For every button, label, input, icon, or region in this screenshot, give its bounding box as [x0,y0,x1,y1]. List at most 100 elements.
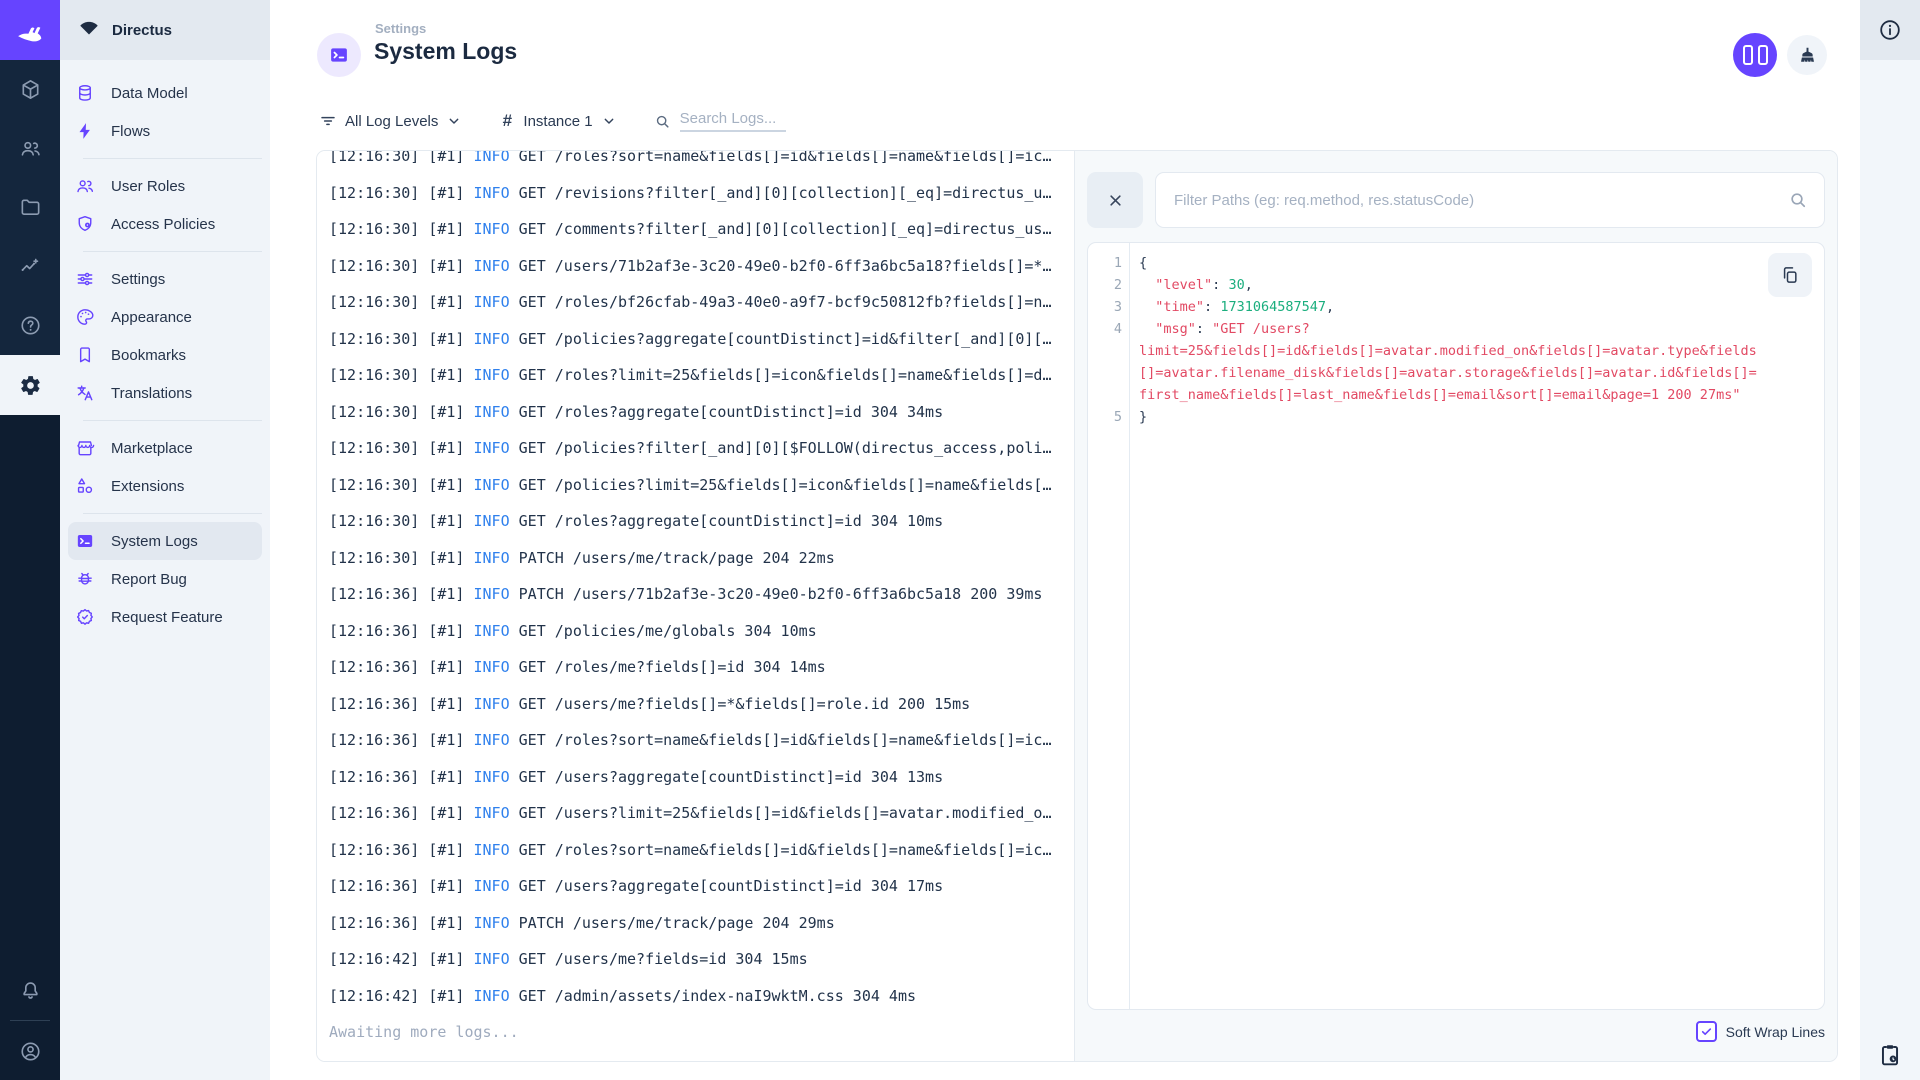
search-logs-input[interactable]: Search Logs... [679,110,786,132]
log-level: INFO [473,694,510,713]
sidebar-item-appearance[interactable]: Appearance [68,298,262,336]
log-timestamp: [12:16:36] [#1] [329,621,474,640]
module-settings-icon[interactable] [0,355,60,415]
soft-wrap-checkbox[interactable] [1695,1021,1717,1042]
line-number: 1 [1113,255,1122,271]
log-stream-pane[interactable]: [12:16:30] [#1] INFO GET /roles?sort=nam… [317,151,1074,1061]
log-row[interactable]: [12:16:30] [#1] INFO GET /policies?limit… [329,467,1074,504]
user-avatar[interactable] [0,1022,60,1080]
log-row[interactable]: [12:16:30] [#1] INFO GET /policies?aggre… [329,321,1074,358]
log-level: INFO [473,621,510,640]
log-row[interactable]: [12:16:30] [#1] INFO GET /revisions?filt… [329,175,1074,212]
line-number: 4 [1113,321,1122,337]
nav-divider [83,513,262,514]
close-detail-button[interactable] [1087,172,1143,228]
pause-logs-button[interactable] [1733,33,1777,77]
sidebar-item-label: Translations [111,384,193,402]
log-timestamp: [12:16:30] [#1] [329,512,474,531]
log-json-viewer[interactable]: 1 2 3 4 5 { "level": 30, "time": 17310645875… [1087,242,1825,1010]
log-row[interactable]: [12:16:36] [#1] INFO GET /users?aggregat… [329,868,1074,905]
notifications-button[interactable] [0,961,60,1019]
sidebar-item-user-roles[interactable]: User Roles [68,167,262,205]
log-row[interactable]: [12:16:30] [#1] INFO GET /roles?sort=nam… [329,151,1074,175]
module-files-icon[interactable] [0,178,60,237]
module-bar [0,0,60,1080]
log-row[interactable]: [12:16:36] [#1] INFO PATCH /users/71b2af… [329,576,1074,613]
activity-button[interactable] [1877,1042,1903,1068]
log-level: INFO [473,151,510,166]
log-level: INFO [473,512,510,531]
log-row[interactable]: [12:16:30] [#1] INFO GET /roles/bf26cfab… [329,284,1074,321]
log-level: INFO [473,475,510,494]
module-insights-icon[interactable] [0,237,60,296]
hash-icon: # [502,111,513,130]
sidebar-item-label: System Logs [111,532,198,550]
sidebar-item-request-feature[interactable]: Request Feature [68,598,262,636]
log-row[interactable]: [12:16:36] [#1] INFO GET /users?limit=25… [329,795,1074,832]
log-row[interactable]: [12:16:36] [#1] INFO GET /roles/me?field… [329,649,1074,686]
log-level-filter[interactable]: All Log Levels [319,112,462,130]
log-row[interactable]: [12:16:30] [#1] INFO GET /roles?aggregat… [329,503,1074,540]
right-sidebar-header [1860,0,1920,60]
log-level: INFO [473,402,510,421]
sidebar-item-label: User Roles [111,177,186,195]
sidebar-item-translations[interactable]: Translations [68,374,262,412]
log-row[interactable]: [12:16:42] [#1] INFO GET /users/me?field… [329,941,1074,978]
breadcrumb[interactable]: Settings [375,21,426,36]
log-row[interactable]: [12:16:36] [#1] INFO GET /roles?sort=nam… [329,722,1074,759]
filter-lines-icon [319,112,337,130]
sidebar-item-data-model[interactable]: Data Model [68,74,262,112]
log-row[interactable]: [12:16:36] [#1] INFO GET /policies/me/gl… [329,613,1074,650]
clear-logs-button[interactable] [1787,35,1827,75]
project-name: Directus [112,21,173,39]
sidebar-item-flows[interactable]: Flows [68,112,262,150]
module-docs-icon[interactable] [0,296,60,355]
log-row[interactable]: [12:16:36] [#1] INFO GET /roles?sort=nam… [329,832,1074,869]
module-content-icon[interactable] [0,60,60,119]
log-list: [12:16:30] [#1] INFO GET /roles?sort=nam… [329,151,1074,1014]
log-row[interactable]: [12:16:30] [#1] INFO GET /roles?aggregat… [329,394,1074,431]
log-row[interactable]: [12:16:36] [#1] INFO GET /users/me?field… [329,686,1074,723]
code-line: "time": 1731064587547, [1155,299,1335,315]
info-button[interactable] [1878,18,1902,42]
nav-divider [83,251,262,252]
settings-nav: Data Model Flows User Roles Access Polic… [60,60,270,636]
log-row[interactable]: [12:16:30] [#1] INFO PATCH /users/me/tra… [329,540,1074,577]
log-timestamp: [12:16:30] [#1] [329,366,474,385]
log-message: GET /roles?sort=name&fields[]=id&fields[… [509,840,1052,859]
shield-icon [75,214,95,234]
log-row[interactable]: [12:16:30] [#1] INFO GET /policies?filte… [329,430,1074,467]
log-level: INFO [473,329,510,348]
log-row[interactable]: [12:16:42] [#1] INFO GET /admin/assets/i… [329,978,1074,1015]
project-fan-icon [78,19,100,41]
soft-wrap-toggle[interactable]: Soft Wrap Lines [1087,1021,1825,1042]
sidebar-item-system-logs[interactable]: System Logs [68,522,262,560]
log-message: GET /policies?limit=25&fields[]=icon&fie… [509,475,1052,494]
search-logs[interactable]: Search Logs... [654,110,786,132]
sidebar-item-access-policies[interactable]: Access Policies [68,205,262,243]
logs-card: [12:16:30] [#1] INFO GET /roles?sort=nam… [316,150,1838,1062]
log-timestamp: [12:16:30] [#1] [329,183,474,202]
log-row[interactable]: [12:16:36] [#1] INFO PATCH /users/me/tra… [329,905,1074,942]
pause-icon [1742,45,1753,65]
filter-paths-input[interactable] [1172,190,1780,210]
sidebar-item-report-bug[interactable]: Report Bug [68,560,262,598]
sidebar-item-marketplace[interactable]: Marketplace [68,429,262,467]
log-row[interactable]: [12:16:30] [#1] INFO GET /users/71b2af3e… [329,248,1074,285]
log-row[interactable]: [12:16:36] [#1] INFO GET /users?aggregat… [329,759,1074,796]
log-row[interactable]: [12:16:30] [#1] INFO GET /roles?limit=25… [329,357,1074,394]
sidebar-item-settings[interactable]: Settings [68,260,262,298]
terminal-icon [75,531,95,551]
log-timestamp: [12:16:30] [#1] [329,548,474,567]
log-level: INFO [473,548,510,567]
sidebar-item-extensions[interactable]: Extensions [68,467,262,505]
instance-filter[interactable]: # Instance 1 [499,111,616,131]
copy-json-button[interactable] [1768,253,1812,297]
log-timestamp: [12:16:36] [#1] [329,913,474,932]
sidebar-item-bookmarks[interactable]: Bookmarks [68,336,262,374]
module-users-icon[interactable] [0,119,60,178]
project-chooser[interactable]: Directus [60,0,270,60]
log-row[interactable]: [12:16:30] [#1] INFO GET /comments?filte… [329,211,1074,248]
log-level: INFO [473,256,510,275]
directus-logo[interactable] [0,0,60,60]
